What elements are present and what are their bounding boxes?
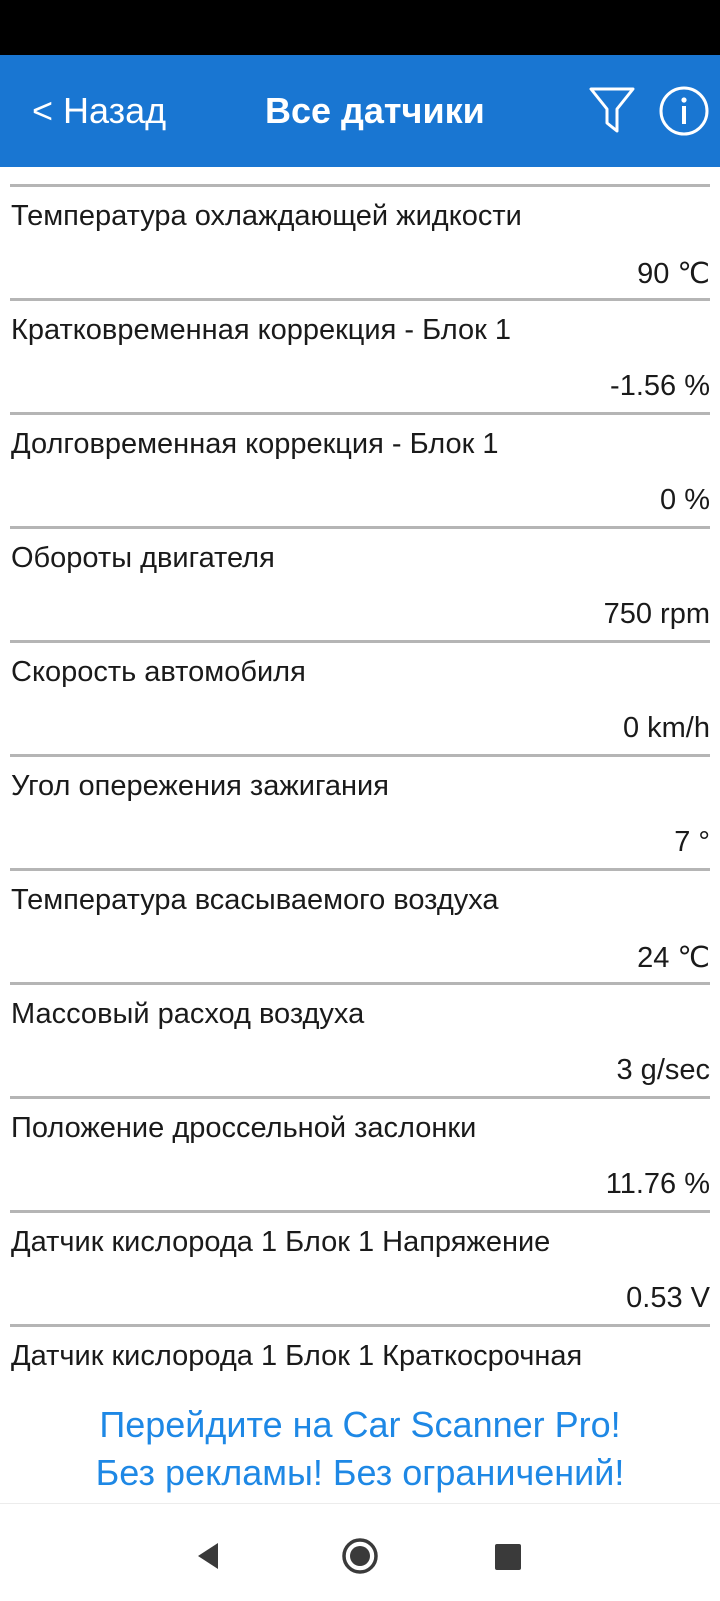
row-divider [10,298,710,301]
sensor-name: Массовый расход воздуха [11,998,365,1030]
sensor-row[interactable]: Температура всасываемого воздуха 24 ℃ [10,868,710,984]
row-divider [10,868,710,871]
sensor-name: Угол опережения зажигания [11,770,389,802]
sensor-row[interactable]: Положение дроссельной заслонки 11.76 % [10,1096,710,1212]
sensor-row[interactable]: Массовый расход воздуха 3 g/sec [10,982,710,1098]
sensor-name: Датчик кислорода 1 Блок 1 Краткосрочная [11,1340,583,1372]
home-circle-icon[interactable] [340,1536,380,1576]
system-nav-bar [0,1503,720,1601]
sensor-value: 3 g/sec [616,1054,711,1086]
promo-line-2[interactable]: Без рекламы! Без ограничений! [0,1449,720,1497]
sensor-row[interactable]: Кратковременная коррекция - Блок 1 -1.56… [10,298,710,414]
sensor-name: Температура всасываемого воздуха [11,884,499,916]
promo-line-1[interactable]: Перейдите на Car Scanner Pro! [0,1401,720,1449]
sensor-list[interactable]: Температура охлаждающей жидкости 90 ℃ Кр… [0,167,720,1395]
sensor-name: Скорость автомобиля [11,656,306,688]
sensor-row[interactable]: Обороты двигателя 750 rpm [10,526,710,642]
row-divider [10,640,710,643]
filter-icon[interactable] [588,85,636,137]
promo-banner[interactable]: Перейдите на Car Scanner Pro! Без реклам… [0,1395,720,1503]
row-divider [10,1324,710,1327]
sensor-value: 0 % [660,484,710,516]
sensor-name: Температура охлаждающей жидкости [11,200,522,232]
sensor-value: 90 ℃ [637,258,710,290]
sensor-value: 750 rpm [603,598,710,630]
row-divider [10,526,710,529]
sensor-row[interactable]: Датчик кислорода 1 Блок 1 Напряжение 0.5… [10,1210,710,1326]
sensor-name: Положение дроссельной заслонки [11,1112,477,1144]
back-button[interactable]: < Назад [32,55,166,167]
sensor-name: Кратковременная коррекция - Блок 1 [11,314,512,346]
row-divider [10,982,710,985]
info-icon[interactable] [658,85,710,137]
sensor-value: 24 ℃ [637,942,710,974]
recents-square-icon[interactable] [495,1544,521,1570]
sensor-row[interactable]: Долговременная коррекция - Блок 1 0 % [10,412,710,528]
sensor-value: -1.56 % [610,370,710,402]
row-divider [10,1096,710,1099]
row-divider [10,754,710,757]
sensor-value: 0 km/h [622,712,710,744]
status-bar [0,0,720,55]
sensor-value: 7 ° [674,826,710,858]
row-divider [10,1210,710,1213]
sensor-name: Датчик кислорода 1 Блок 1 Напряжение [11,1226,551,1258]
sensor-row[interactable]: Температура охлаждающей жидкости 90 ℃ [10,184,710,300]
row-divider [10,412,710,415]
app-bar: < Назад Все датчики [0,55,720,167]
sensor-row[interactable]: Угол опережения зажигания 7 ° [10,754,710,870]
page-title: Все датчики [265,90,485,131]
sensor-row[interactable]: Скорость автомобиля 0 km/h [10,640,710,756]
back-triangle-icon[interactable] [194,1540,222,1572]
sensor-row[interactable]: Датчик кислорода 1 Блок 1 Краткосрочная [10,1324,710,1395]
sensor-name: Обороты двигателя [11,542,275,574]
sensor-name: Долговременная коррекция - Блок 1 [11,428,499,460]
sensor-value: 0.53 V [626,1282,710,1314]
sensor-value: 11.76 % [605,1168,710,1200]
row-divider [10,184,710,187]
